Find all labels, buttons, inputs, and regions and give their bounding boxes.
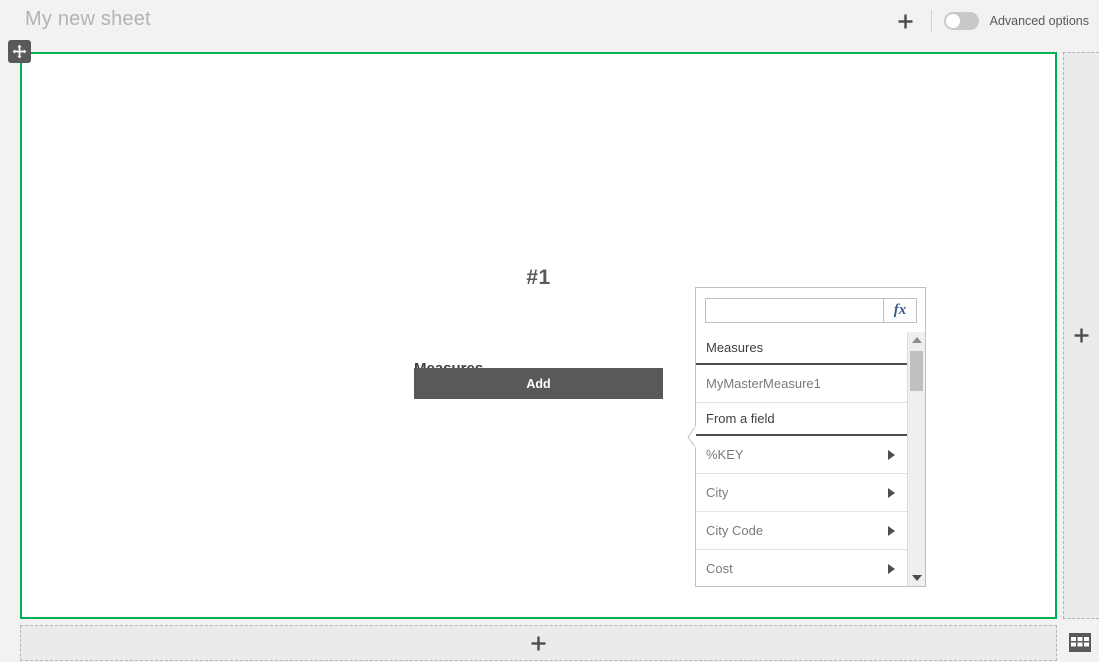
scroll-down-button[interactable] [908,570,925,586]
list-item[interactable]: Cost [696,550,907,586]
add-measure-button[interactable]: Add [414,368,663,399]
list-item-label: MyMasterMeasure1 [706,376,821,391]
sheet-move-handle[interactable] [8,40,31,63]
measure-picker-popup[interactable]: fx Measures MyMasterMeasure1 From a fiel… [687,287,926,587]
chevron-right-icon [888,525,895,536]
advanced-options-toggle[interactable] [943,12,979,30]
popup-scrollbar[interactable] [907,332,925,586]
expression-editor-button[interactable]: fx [883,297,917,323]
sheet-canvas[interactable]: #1 Measures Add fx Measures MyMasterMeas… [20,52,1057,619]
plus-icon [1074,328,1089,343]
scroll-up-button[interactable] [908,332,925,348]
chevron-right-icon [888,487,895,498]
section-header-measures: Measures [696,332,907,365]
grid-view-button[interactable] [1069,633,1091,652]
scrollbar-thumb[interactable] [910,351,923,391]
move-icon [12,44,27,59]
chevron-right-icon [888,563,895,574]
list-item[interactable]: MyMasterMeasure1 [696,365,907,403]
topbar-actions: Advanced options [889,0,1089,42]
list-item-label: City [706,485,729,500]
toggle-knob [945,14,960,28]
list-item-label: %KEY [706,447,744,462]
field-list[interactable]: Measures MyMasterMeasure1 From a field %… [696,332,907,586]
top-bar: My new sheet Advanced options [0,0,1099,42]
advanced-options-label: Advanced options [989,14,1089,28]
list-item[interactable]: City [696,474,907,512]
list-item-label: City Code [706,523,764,538]
page-title[interactable]: My new sheet [25,8,151,31]
plus-icon [531,636,546,650]
search-input[interactable] [705,297,883,323]
list-item[interactable]: %KEY [696,436,907,474]
section-header-from-a-field: From a field [696,403,907,436]
chevron-right-icon [888,449,895,460]
plus-icon [898,14,913,28]
list-item[interactable]: City Code [696,512,907,550]
grid-table-icon [1069,633,1091,652]
popup-body: Measures MyMasterMeasure1 From a field %… [696,332,925,586]
add-sheet-button[interactable] [889,4,923,38]
triangle-down-icon [911,575,922,581]
popup-search-row: fx [696,288,925,332]
bottom-drop-zone[interactable] [20,625,1057,661]
right-drop-zone[interactable] [1063,52,1099,619]
triangle-up-icon [911,337,922,343]
popup-caret-icon [687,426,696,448]
toolbar-divider [930,10,932,32]
list-item-label: Cost [706,561,733,576]
